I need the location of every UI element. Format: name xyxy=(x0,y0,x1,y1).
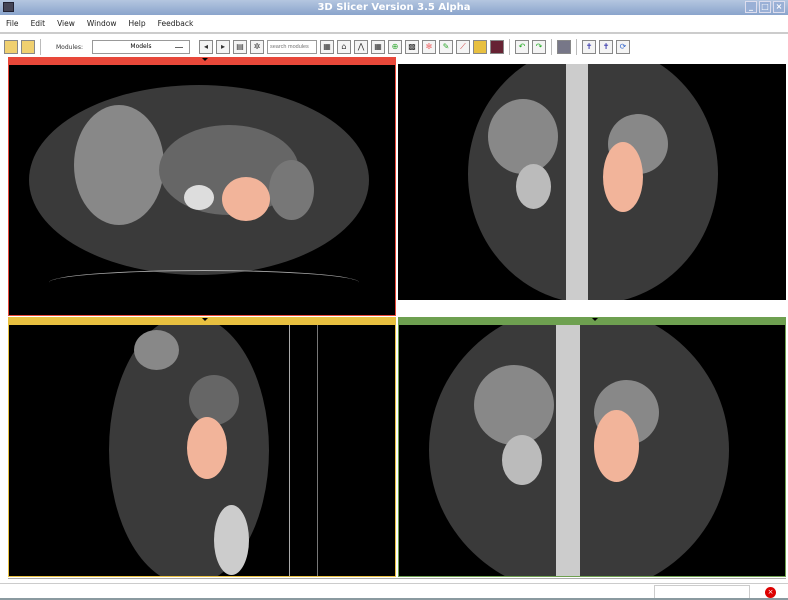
close-button[interactable]: × xyxy=(773,1,785,13)
3d-viewer[interactable] xyxy=(398,64,786,300)
module-history-icon[interactable]: ▤ xyxy=(232,40,247,54)
menu-window[interactable]: Window xyxy=(87,19,117,28)
toolbar: Modules: Models ◂ ▸ ▤ ✲ ▦ ⌂ ⋀ ▦ ⊕ ▩ ✻ ✎ … xyxy=(0,37,788,57)
minimize-button[interactable]: _ xyxy=(745,1,757,13)
red-slice-viewer[interactable] xyxy=(8,64,396,316)
module-selected-value: Models xyxy=(130,43,152,50)
measurements-icon[interactable]: ⟋ xyxy=(455,40,470,54)
module-forward-icon[interactable]: ▸ xyxy=(215,40,230,54)
models-hierarchy-icon[interactable]: ⋀ xyxy=(353,40,368,54)
home-icon[interactable]: ⌂ xyxy=(336,40,351,54)
load-scene-icon[interactable] xyxy=(4,40,18,54)
modules-label: Modules: xyxy=(56,43,83,51)
module-back-icon[interactable]: ◂ xyxy=(198,40,213,54)
menu-help[interactable]: Help xyxy=(128,19,145,28)
error-log-icon[interactable]: × xyxy=(765,587,776,598)
yellow-slice-viewer[interactable] xyxy=(8,324,396,577)
grid-icon[interactable]: ▩ xyxy=(404,40,419,54)
layout-icon[interactable] xyxy=(556,40,571,54)
red-slice-controller-bar[interactable] xyxy=(8,57,396,64)
green-slice-controller-bar[interactable] xyxy=(398,317,786,324)
module-favorites-icon[interactable]: ✲ xyxy=(249,40,264,54)
title-bar: 3D Slicer Version 3.5 Alpha _ □ × xyxy=(0,0,788,15)
undo-icon[interactable]: ↶ xyxy=(514,40,529,54)
module-selector[interactable]: Models xyxy=(91,40,190,54)
menu-feedback[interactable]: Feedback xyxy=(158,19,194,28)
transforms-icon[interactable]: ⊕ xyxy=(387,40,402,54)
menu-file[interactable]: File xyxy=(6,19,19,28)
colormap-icon[interactable] xyxy=(489,40,504,54)
data-module-icon[interactable]: ▦ xyxy=(319,40,334,54)
fiducials-icon[interactable]: ✻ xyxy=(421,40,436,54)
mouse-mode-place-icon[interactable]: ✝ xyxy=(598,40,613,54)
green-slice-viewer[interactable] xyxy=(398,324,786,577)
menu-edit[interactable]: Edit xyxy=(31,19,46,28)
segmentation-overlay xyxy=(222,177,270,221)
editor-icon[interactable]: ✎ xyxy=(438,40,453,54)
volumes-icon[interactable]: ▦ xyxy=(370,40,385,54)
color-icon[interactable] xyxy=(472,40,487,54)
mouse-mode-pick-icon[interactable]: ✝ xyxy=(581,40,596,54)
mouse-mode-transform-icon[interactable]: ⟳ xyxy=(615,40,630,54)
search-modules-input[interactable] xyxy=(266,40,317,54)
maximize-button[interactable]: □ xyxy=(759,1,771,13)
redo-icon[interactable]: ↷ xyxy=(531,40,546,54)
viewer-splitter[interactable] xyxy=(8,578,786,581)
app-icon[interactable] xyxy=(3,2,14,12)
yellow-slice-controller-bar[interactable] xyxy=(8,317,396,324)
window-title: 3D Slicer Version 3.5 Alpha xyxy=(317,2,471,13)
menu-bar: File Edit View Window Help Feedback xyxy=(0,15,788,34)
menu-view[interactable]: View xyxy=(57,19,75,28)
import-scene-icon[interactable] xyxy=(21,40,35,54)
